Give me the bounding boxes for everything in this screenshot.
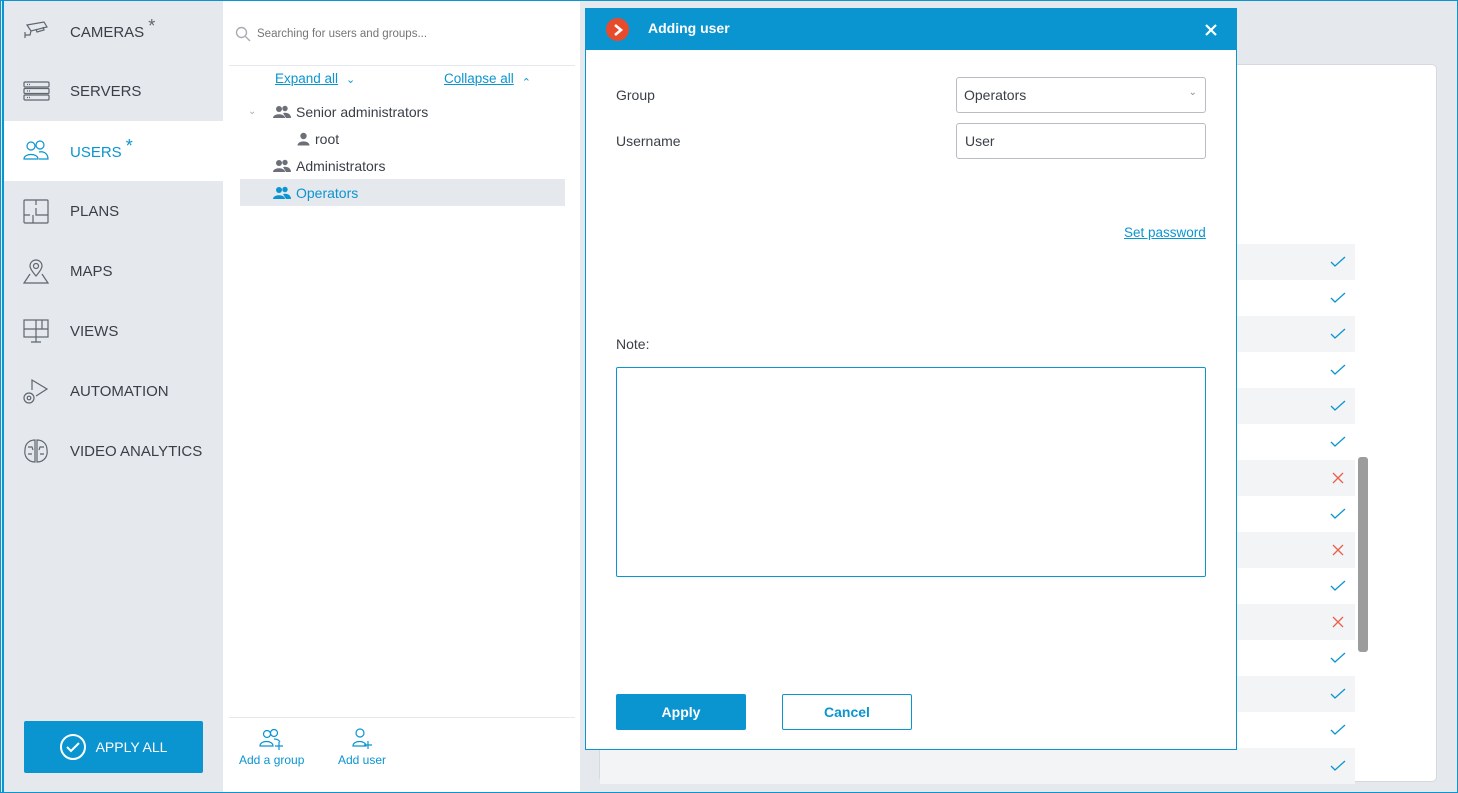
group-select-value: Operators	[964, 87, 1027, 103]
sidebar-item-automation[interactable]: AUTOMATION	[4, 361, 223, 421]
sidebar-item-video-analytics[interactable]: VIDEO ANALYTICS	[4, 421, 223, 481]
cancel-button[interactable]: Cancel	[782, 694, 912, 730]
modified-marker: *	[125, 135, 133, 156]
dialog-header: Adding user	[586, 9, 1236, 50]
check-icon[interactable]	[1330, 686, 1346, 702]
sidebar-item-label: CAMERAS	[70, 23, 145, 41]
tree-node-label: Senior administrators	[296, 103, 429, 120]
expand-all-link[interactable]: Expand all ⌄	[275, 71, 355, 86]
sidebar-item-views[interactable]: VIEWS	[4, 301, 223, 361]
sidebar: CAMERAS * SERVERS USERS * PLANS MAPS VIEWS	[2, 1, 223, 792]
sidebar-item-label: MAPS	[70, 262, 113, 280]
sidebar-item-label: VIDEO ANALYTICS	[70, 442, 203, 460]
cross-icon[interactable]	[1330, 470, 1346, 486]
user-icon	[297, 132, 310, 146]
check-icon[interactable]	[1330, 434, 1346, 450]
set-password-link[interactable]: Set password	[1124, 225, 1206, 240]
check-icon[interactable]	[1330, 650, 1346, 666]
check-icon[interactable]	[1330, 722, 1346, 738]
users-icon	[22, 137, 50, 165]
sidebar-item-maps[interactable]: MAPS	[4, 241, 223, 301]
apply-all-button[interactable]: APPLY ALL	[24, 721, 203, 773]
monitor-grid-icon	[22, 317, 50, 345]
tree-node-label: root	[315, 130, 340, 147]
group-icon	[273, 105, 291, 119]
add-user-label: Add user	[338, 753, 387, 767]
add-group-label: Add a group	[239, 753, 305, 767]
check-icon[interactable]	[1330, 290, 1346, 306]
check-icon[interactable]	[1330, 506, 1346, 522]
search-input[interactable]	[257, 28, 547, 40]
brain-icon	[22, 437, 50, 465]
map-pin-icon	[22, 257, 50, 285]
permission-row	[600, 748, 1355, 784]
server-icon	[22, 77, 50, 105]
sidebar-item-label: USERS	[70, 143, 122, 161]
tree-node-operators[interactable]: Operators	[240, 179, 565, 206]
group-icon	[273, 186, 291, 200]
check-icon[interactable]	[1330, 578, 1346, 594]
expand-all-label: Expand all	[275, 71, 339, 86]
divider	[229, 65, 575, 66]
sidebar-item-label: VIEWS	[70, 322, 119, 340]
check-icon[interactable]	[1330, 398, 1346, 414]
username-label: Username	[616, 133, 681, 149]
note-textarea[interactable]	[616, 367, 1206, 577]
sidebar-item-servers[interactable]: SERVERS	[4, 61, 223, 121]
app-logo-icon	[606, 18, 629, 41]
adding-user-dialog: Adding user Group Operators ⌄ Username S…	[585, 8, 1237, 750]
chevron-down-icon: ⌄	[1188, 87, 1197, 98]
add-group-button[interactable]: Add a group	[239, 727, 304, 767]
check-icon[interactable]	[1330, 758, 1346, 774]
sidebar-item-plans[interactable]: PLANS	[4, 181, 223, 241]
chevron-up-icon: ⌃	[521, 77, 532, 89]
close-icon[interactable]	[1202, 21, 1220, 39]
add-group-icon	[259, 728, 283, 750]
sidebar-item-users[interactable]: USERS *	[4, 121, 223, 181]
tree-node-senior-administrators[interactable]: ⌄ Senior administrators	[240, 98, 565, 125]
scrollbar-thumb[interactable]	[1358, 457, 1368, 652]
group-label: Group	[616, 87, 655, 103]
camera-icon	[22, 17, 50, 45]
floor-plan-icon	[22, 197, 50, 225]
apply-all-label: APPLY ALL	[95, 739, 168, 755]
divider	[229, 717, 575, 718]
check-icon[interactable]	[1330, 254, 1346, 270]
collapse-all-link[interactable]: Collapse all ⌃	[444, 71, 532, 89]
users-tree-panel: Expand all ⌄ Collapse all ⌃ ⌄ Senior admin…	[223, 1, 580, 792]
tree-node-administrators[interactable]: Administrators	[240, 152, 565, 179]
username-input[interactable]	[956, 123, 1206, 159]
automation-gear-icon	[22, 377, 50, 405]
cross-icon[interactable]	[1330, 614, 1346, 630]
add-user-icon	[352, 728, 373, 749]
check-circle-icon	[59, 734, 86, 760]
collapse-all-label: Collapse all	[444, 71, 514, 86]
tree-node-root[interactable]: root	[240, 125, 565, 152]
search-icon	[235, 26, 251, 42]
cross-icon[interactable]	[1330, 542, 1346, 558]
check-icon[interactable]	[1330, 326, 1346, 342]
modified-marker: *	[148, 15, 156, 36]
tree-node-label: Operators	[296, 184, 359, 201]
dialog-title: Adding user	[648, 20, 730, 36]
group-select[interactable]: Operators ⌄	[956, 77, 1206, 113]
sidebar-item-cameras[interactable]: CAMERAS *	[4, 1, 223, 61]
sidebar-item-label: PLANS	[70, 202, 120, 220]
tree-node-label: Administrators	[296, 157, 386, 174]
apply-button[interactable]: Apply	[616, 694, 746, 730]
add-user-button[interactable]: Add user	[338, 727, 386, 767]
chevron-down-icon: ⌄	[346, 74, 356, 86]
sidebar-item-label: AUTOMATION	[70, 382, 169, 400]
check-icon[interactable]	[1330, 362, 1346, 378]
sidebar-item-label: SERVERS	[70, 82, 142, 100]
note-label: Note:	[616, 336, 650, 352]
group-icon	[273, 159, 291, 173]
chevron-down-icon[interactable]: ⌄	[248, 106, 256, 117]
search-bar[interactable]	[235, 17, 565, 51]
